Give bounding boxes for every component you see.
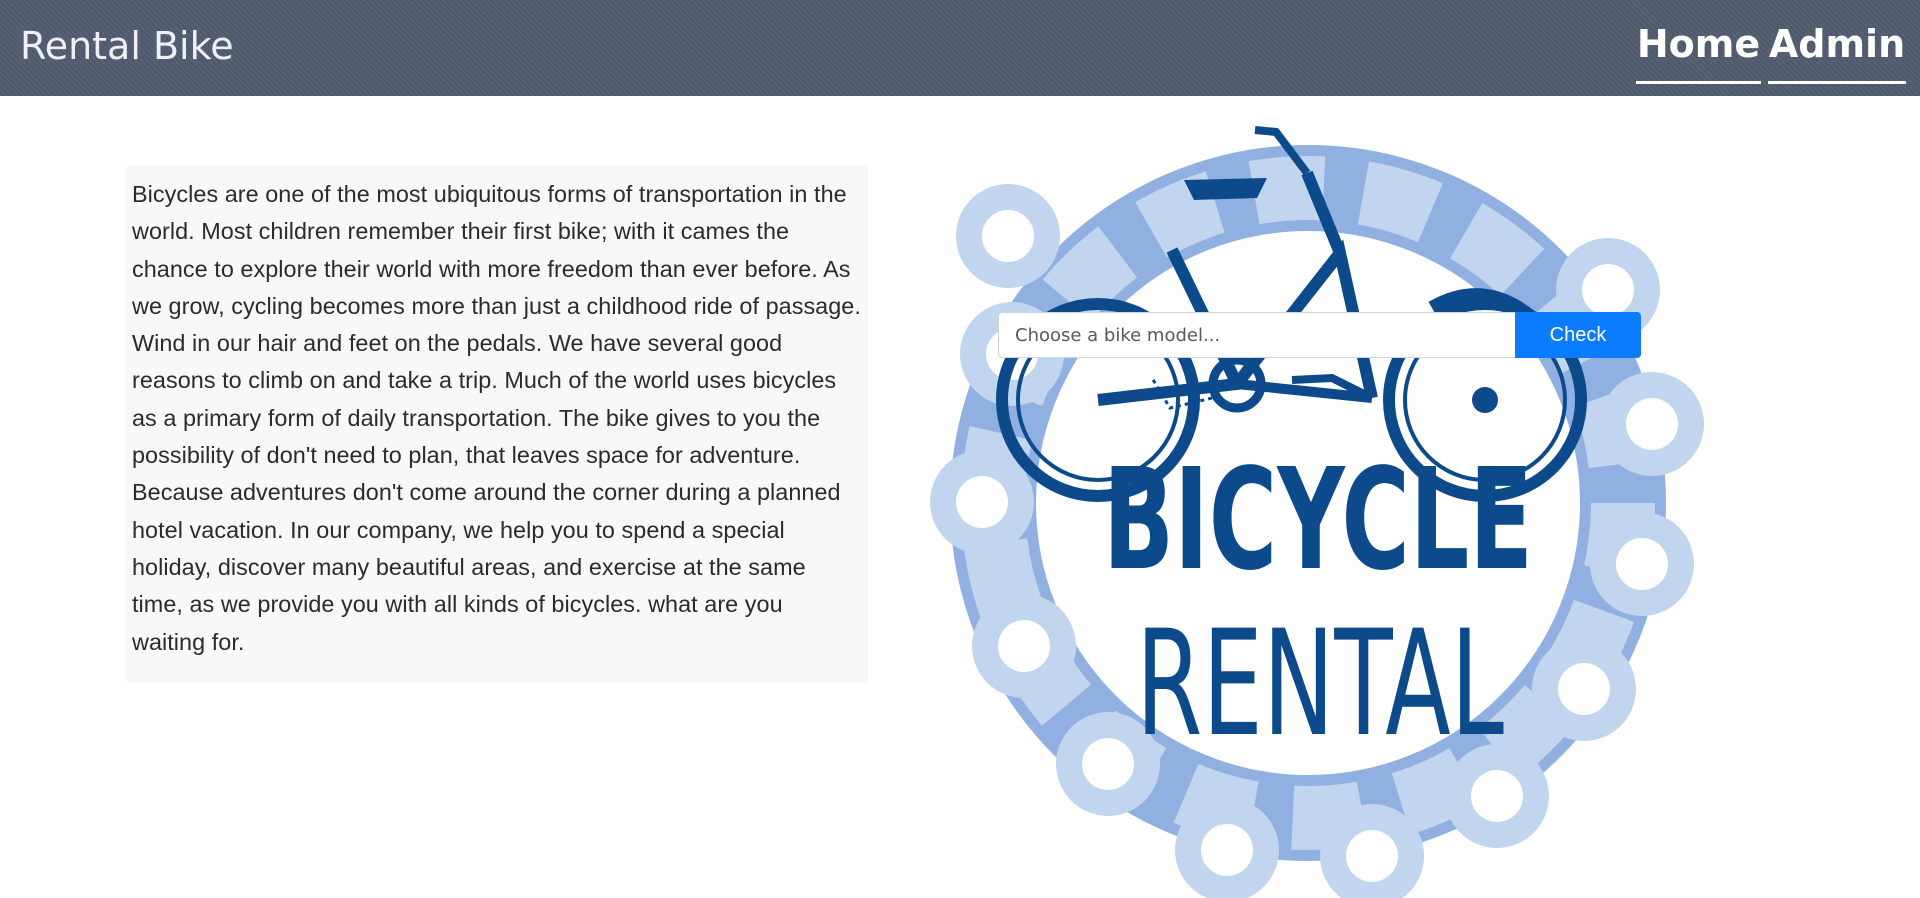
nav-link-admin-label: Admin: [1768, 22, 1906, 66]
logo-title-line2: RENTAL: [1136, 599, 1504, 769]
bicycle-rental-logo: BICYCLE RENTAL: [930, 126, 1704, 898]
nav-link-admin-underline: [1768, 81, 1906, 84]
nav-link-admin[interactable]: Admin: [1768, 22, 1906, 84]
hub-shape: [1472, 387, 1498, 413]
nav-link-home-underline: [1636, 81, 1761, 84]
nav-link-home[interactable]: Home: [1636, 22, 1761, 84]
about-paragraph: Bicycles are one of the most ubiquitous …: [132, 181, 861, 655]
logo-title-line1: BICYCLE: [1103, 439, 1533, 602]
brand-link[interactable]: Rental Bike: [20, 24, 234, 68]
top-navbar: Rental Bike Home Admin: [0, 0, 1920, 96]
nav-link-home-label: Home: [1636, 22, 1761, 66]
check-button[interactable]: Check: [1515, 312, 1641, 358]
about-text-panel: Bicycles are one of the most ubiquitous …: [126, 166, 868, 682]
saddle-shape: [1184, 178, 1267, 200]
